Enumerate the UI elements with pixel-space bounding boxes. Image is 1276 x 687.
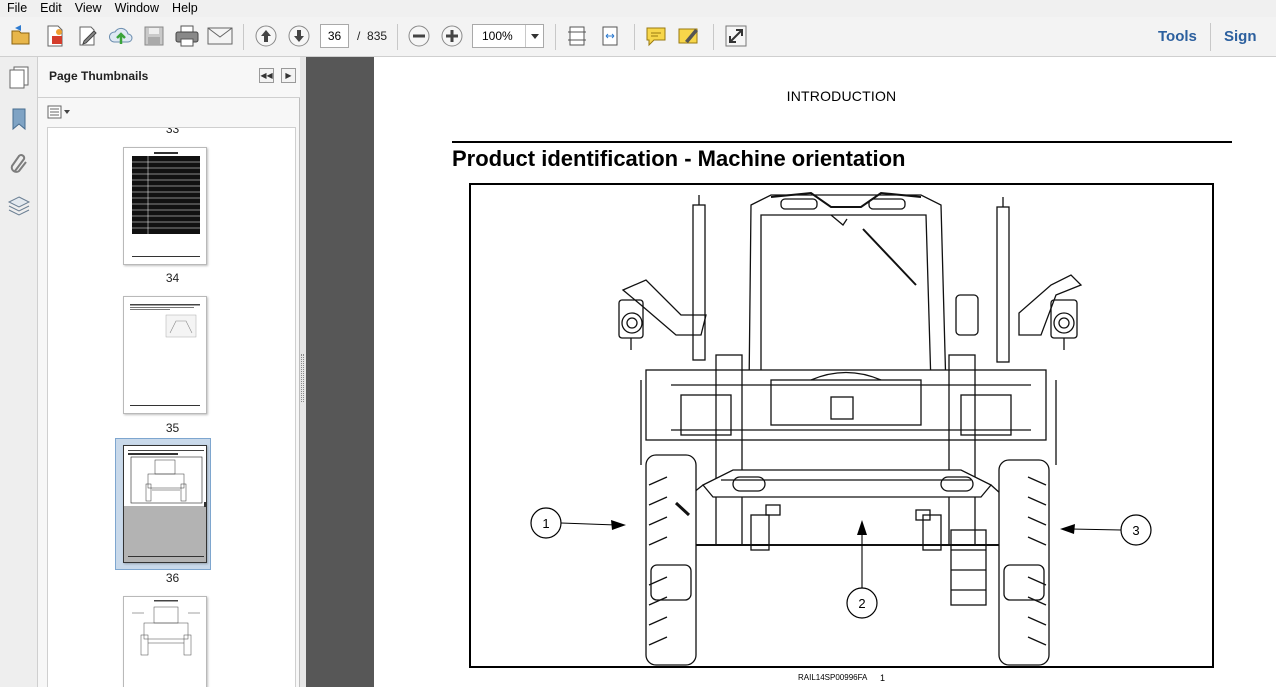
collapse-panel-icon[interactable]: ◀◀ [259, 68, 274, 83]
toolbar-separator [634, 24, 635, 50]
tools-link[interactable]: Tools [1158, 28, 1197, 45]
upload-cloud-icon[interactable] [106, 21, 136, 51]
chevron-down-icon[interactable] [525, 25, 543, 47]
layers-icon[interactable] [5, 192, 33, 220]
fit-width-icon[interactable] [595, 21, 625, 51]
figure-number: 1 [880, 673, 886, 683]
menu-edit[interactable]: Edit [33, 0, 68, 17]
menu-window[interactable]: Window [108, 0, 165, 17]
callout-3-label: 3 [1132, 523, 1139, 538]
comment-icon[interactable] [641, 21, 671, 51]
fullscreen-icon[interactable] [721, 21, 751, 51]
email-icon[interactable] [205, 21, 235, 51]
callout-1-label: 1 [542, 516, 549, 531]
fit-page-icon[interactable] [562, 21, 592, 51]
thumbnail-page-37[interactable] [123, 596, 207, 687]
page-separator: / [357, 29, 361, 43]
page-number-input[interactable]: 36 [320, 24, 349, 48]
figure-reference: RAIL14SP00996FA [798, 673, 868, 682]
callout-1: 1 [530, 507, 626, 539]
machine-drawing: 1 2 3 [530, 191, 1152, 666]
thumbnail-label: 34 [165, 271, 180, 285]
print-icon[interactable] [172, 21, 202, 51]
thumbnail-options-button[interactable] [47, 104, 73, 120]
zoom-select[interactable]: 100% [472, 24, 544, 48]
toolbar-separator [713, 24, 714, 50]
toolbar-separator [1210, 23, 1211, 51]
zoom-value: 100% [482, 29, 513, 43]
open-icon[interactable] [6, 21, 36, 51]
menu-file[interactable]: File [0, 0, 33, 17]
section-header: INTRODUCTION [786, 88, 897, 104]
panel-title: Page Thumbnails [49, 69, 149, 83]
edit-icon[interactable] [73, 21, 103, 51]
machine-front-view-figure: 1 2 3 [469, 183, 1214, 668]
total-pages: 835 [367, 29, 388, 43]
next-page-icon[interactable] [284, 21, 314, 51]
callout-3: 3 [1060, 514, 1152, 546]
thumbnail-page-36[interactable] [123, 445, 207, 563]
toolbar-separator [243, 24, 244, 50]
previous-page-icon[interactable] [251, 21, 281, 51]
thumbnail-page-35[interactable] [123, 296, 207, 414]
toolbar: 36 / 835 100% Tools Sign [0, 17, 1276, 57]
thumbnail-label: 36 [165, 571, 180, 585]
callout-2-label: 2 [858, 596, 865, 611]
menu-view[interactable]: View [68, 0, 108, 17]
save-icon[interactable] [139, 21, 169, 51]
splitter-grip[interactable] [301, 354, 304, 402]
sign-link[interactable]: Sign [1224, 28, 1257, 45]
thumbnail-label: 35 [165, 421, 180, 435]
expand-panel-icon[interactable]: ▶ [281, 68, 296, 83]
document-page: INTRODUCTION Product identification - Ma… [374, 57, 1276, 687]
zoom-in-icon[interactable] [437, 21, 467, 51]
toolbar-separator [555, 24, 556, 50]
callout-2: 2 [846, 520, 878, 619]
navigation-rail [0, 57, 38, 687]
page-title: Product identification - Machine orienta… [452, 146, 906, 171]
menu-help[interactable]: Help [165, 0, 204, 17]
page-thumbnails-icon[interactable] [5, 63, 33, 91]
thumbnail-list[interactable]: 33 34 35 36 [47, 127, 296, 687]
attachment-icon[interactable] [5, 149, 33, 177]
header-rule [452, 141, 1232, 143]
thumbnail-label: 33 [165, 127, 180, 136]
thumbnail-page-34[interactable] [123, 147, 207, 265]
thumbnails-panel-header: Page Thumbnails ◀◀ ▶ [38, 57, 300, 98]
menu-bar: File Edit View Window Help [0, 0, 1276, 17]
thumbnails-panel: Page Thumbnails ◀◀ ▶ 33 34 35 36 [38, 57, 300, 687]
create-pdf-icon[interactable] [40, 21, 70, 51]
highlight-icon[interactable] [674, 21, 704, 51]
page-total: / 835 [357, 29, 387, 43]
zoom-out-icon[interactable] [404, 21, 434, 51]
toolbar-separator [397, 24, 398, 50]
bookmark-icon[interactable] [5, 105, 33, 133]
